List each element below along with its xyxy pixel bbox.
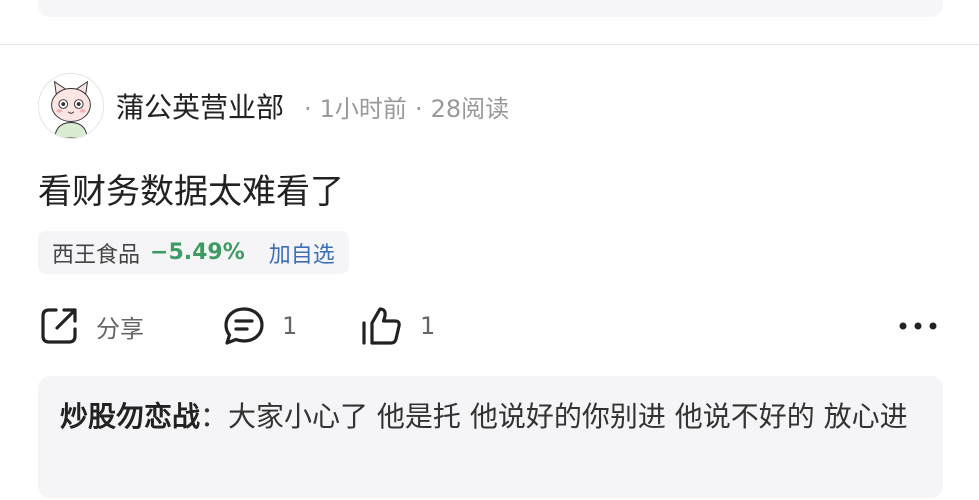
author-row: 蒲公英营业部 · 1小时前 · 28阅读	[38, 72, 509, 140]
comment-count: 1	[282, 312, 298, 340]
stock-chip[interactable]: 西王食品 −5.49% 加自选	[38, 231, 349, 274]
avatar[interactable]	[38, 73, 104, 139]
author-name[interactable]: 蒲公英营业部	[116, 86, 284, 126]
meta-separator: ·	[414, 94, 423, 123]
reply-text: 大家小心了 他是托 他说好的你别进 他说不好的 放心进	[228, 400, 908, 433]
more-icon	[899, 322, 937, 330]
divider	[0, 44, 979, 45]
share-button[interactable]: 分享	[38, 304, 144, 348]
comment-icon	[224, 307, 264, 345]
share-label: 分享	[96, 314, 144, 343]
previous-comment-card	[38, 0, 943, 17]
post-meta: · 1小时前 · 28阅读	[296, 89, 509, 124]
comment-button[interactable]: 1	[222, 304, 297, 348]
reply-card[interactable]: 炒股勿恋战：大家小心了 他是托 他说好的你别进 他说不好的 放心进	[38, 376, 943, 498]
read-count: 28阅读	[430, 94, 510, 123]
like-button[interactable]: 1	[358, 304, 435, 348]
thumbs-up-icon	[362, 307, 401, 345]
stock-change: −5.49%	[150, 240, 245, 265]
meta-separator: ·	[304, 94, 312, 123]
add-to-watchlist-button[interactable]: 加自选	[269, 237, 335, 269]
stock-name[interactable]: 西王食品	[52, 237, 140, 269]
share-icon	[41, 308, 77, 344]
more-button[interactable]	[895, 310, 941, 342]
reply-author[interactable]: 炒股勿恋战	[60, 400, 200, 433]
post-time: 1小时前	[319, 94, 407, 123]
reply-separator: ：	[200, 400, 229, 433]
post-content[interactable]: 看财务数据太难看了	[38, 164, 344, 213]
like-count: 1	[420, 312, 436, 340]
